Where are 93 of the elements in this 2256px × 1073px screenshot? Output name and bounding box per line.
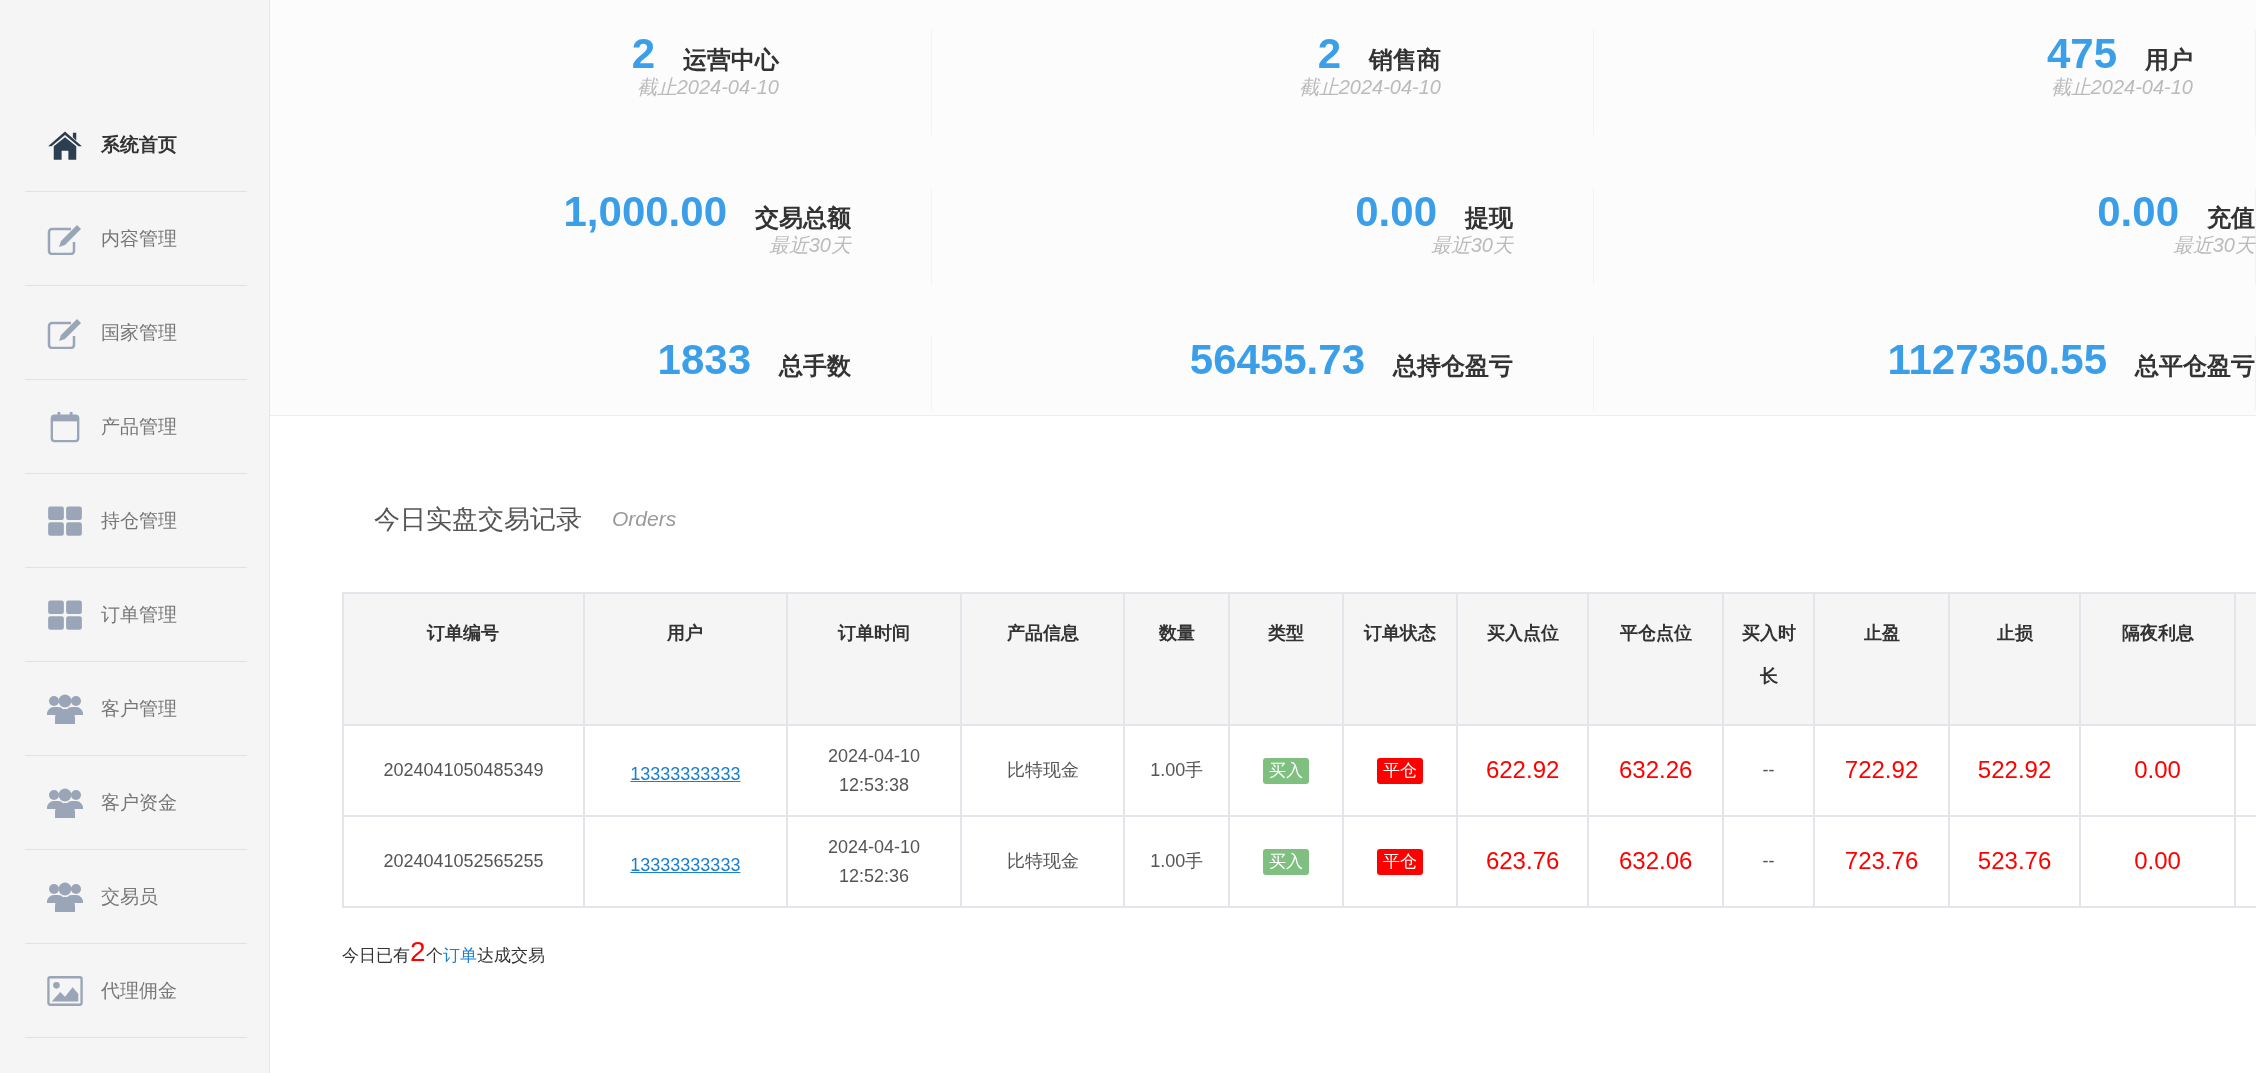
stat-value: 1833: [657, 336, 751, 384]
stat-label: 总手数: [779, 351, 851, 381]
table-cell: 2024041052565255: [343, 816, 584, 907]
users-icon: [47, 692, 83, 725]
stat-value: 0.00: [1355, 188, 1437, 236]
stat-note: 最近30天: [768, 233, 851, 258]
table-cell: --: [1723, 725, 1814, 816]
stat-note: 截止2024-04-10: [636, 75, 779, 100]
section-title: 今日实盘交易记录: [374, 502, 582, 536]
stat-label: 提现: [1465, 203, 1513, 233]
orders-link[interactable]: 订单: [442, 946, 477, 965]
stat-value: 56455.73: [1189, 336, 1365, 384]
stat-value: 2: [1317, 30, 1341, 77]
table-cell: 比特现金: [961, 725, 1125, 816]
edit-icon: [47, 316, 83, 349]
stat-value: 0.00: [2097, 188, 2179, 236]
stat-label: 销售商: [1369, 45, 1441, 75]
type-tag: 买入: [1263, 849, 1310, 875]
sidebar-item-label: 系统首页: [101, 132, 177, 157]
sidebar-item-label: 订单管理: [101, 602, 177, 627]
sidebar-item-label: 内容管理: [101, 226, 177, 251]
sidebar-item[interactable]: 代理佣金: [25, 944, 247, 1038]
column-header: 隔夜利息: [2079, 593, 2236, 725]
column-header: 买入时长: [1723, 593, 1814, 725]
image-icon: [47, 974, 83, 1007]
stat-value: 1,000.00: [563, 188, 727, 236]
stat-value: 2: [631, 30, 655, 77]
column-header: 止损: [1949, 593, 2080, 725]
table-cell: 2024-04-10 12:52:36: [786, 816, 962, 907]
table-cell: 0.00: [2079, 816, 2236, 907]
grid-icon: [47, 598, 83, 631]
sidebar-item[interactable]: 系统首页: [25, 98, 247, 192]
status-tag: 平仓: [1377, 758, 1424, 784]
column-header: 买入点位: [1457, 593, 1588, 725]
column-header: 数量: [1124, 593, 1230, 725]
sidebar-item-label: 代理佣金: [101, 978, 177, 1003]
stat-value: 1127350.55: [1887, 336, 2107, 384]
stat-note: 最近30天: [1430, 233, 1513, 258]
column-header: 订单编号: [343, 593, 584, 725]
sidebar-item[interactable]: 客户资金: [25, 756, 247, 850]
sidebar-item[interactable]: 交易员: [25, 850, 247, 944]
summary-text: 今日已有2个订单达成交易: [342, 936, 546, 968]
table-cell: 622.92: [1457, 725, 1588, 816]
grid-icon: [47, 504, 83, 537]
column-header: 订单状态: [1342, 593, 1458, 725]
stat-note: 截止2024-04-10: [2050, 75, 2193, 100]
sidebar-item-label: 产品管理: [101, 414, 177, 439]
column-header: 用户: [583, 593, 787, 725]
stat-label: 运营中心: [683, 45, 779, 75]
table-cell: 2024041050485349: [343, 725, 584, 816]
sidebar-item[interactable]: 产品管理: [25, 380, 247, 474]
stat-label: 充值: [2207, 203, 2255, 233]
sidebar-item-label: 国家管理: [101, 320, 177, 345]
sidebar-item-label: 客户资金: [101, 790, 177, 815]
section-subtitle: Orders: [612, 507, 677, 531]
sidebar-item-label: 客户管理: [101, 696, 177, 721]
stat-note: 截止2024-04-10: [1298, 75, 1441, 100]
sidebar-item[interactable]: 持仓管理: [25, 474, 247, 568]
status-tag: 平仓: [1377, 849, 1424, 875]
stat-label: 交易总额: [755, 203, 851, 233]
table-cell: 2024-04-10 12:53:38: [786, 725, 962, 816]
stat-value: 475: [2046, 30, 2117, 77]
table-cell: 522.92: [1949, 725, 2080, 816]
sidebar-item[interactable]: 客户管理: [25, 662, 247, 756]
users-icon: [47, 880, 83, 913]
table-cell: 722.92: [1813, 725, 1950, 816]
sidebar-item-label: 持仓管理: [101, 508, 177, 533]
table-cell: 1.00手: [1124, 816, 1230, 907]
sidebar-item[interactable]: 国家管理: [25, 286, 247, 380]
sidebar-item-label: 交易员: [101, 884, 158, 909]
table-cell: --: [1723, 816, 1814, 907]
column-header: 产品信息: [961, 593, 1125, 725]
type-tag: 买入: [1263, 758, 1310, 784]
column-header: 平仓点位: [1587, 593, 1724, 725]
table-cell: 623.76: [1457, 816, 1588, 907]
table-cell: 523.76: [1949, 816, 2080, 907]
stat-label: 总平仓盈亏: [2135, 351, 2255, 381]
column-header: 类型: [1229, 593, 1343, 725]
table-cell: 723.76: [1813, 816, 1950, 907]
table-cell: 632.06: [1587, 816, 1724, 907]
table-cell: 比特现金: [961, 816, 1125, 907]
stat-label: 总持仓盈亏: [1393, 351, 1513, 381]
column-header: 订单时间: [786, 593, 962, 725]
stat-note: 最近30天: [2172, 233, 2255, 258]
edit-icon: [47, 222, 83, 255]
column-header: 止盈: [1813, 593, 1950, 725]
users-icon: [47, 786, 83, 819]
table-cell: 0.00: [2079, 725, 2236, 816]
table-cell: 1.00手: [1124, 725, 1230, 816]
sidebar-item[interactable]: 内容管理: [25, 192, 247, 286]
table-cell: 632.26: [1587, 725, 1724, 816]
stat-label: 用户: [2145, 45, 2193, 75]
sidebar-item[interactable]: 订单管理: [25, 568, 247, 662]
